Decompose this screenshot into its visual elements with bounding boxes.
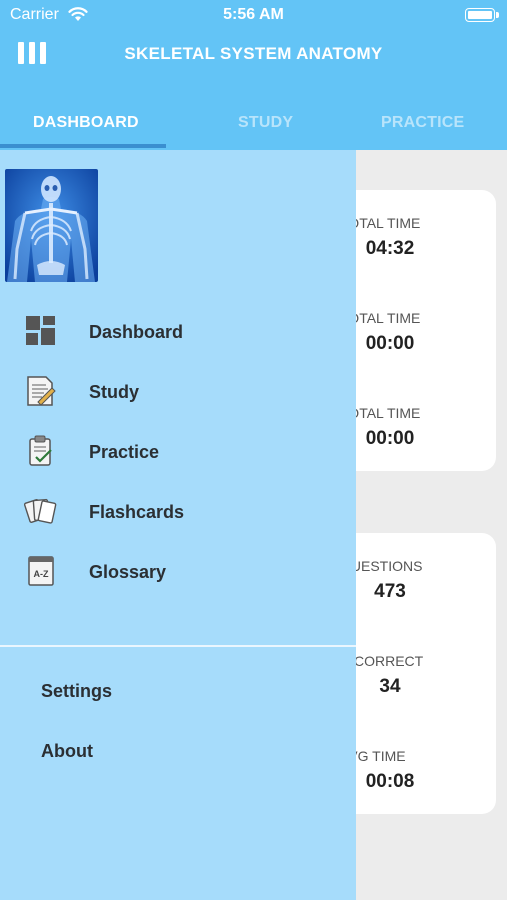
drawer-item-label: Settings (41, 681, 113, 701)
dashboard-icon (26, 316, 55, 345)
drawer-item-flashcards[interactable]: Flashcards (0, 486, 356, 538)
study-icon (27, 376, 56, 406)
stat-value: 00:00 (365, 333, 415, 354)
drawer-item-label: Glossary (89, 562, 167, 582)
stat-value: 04:32 (365, 238, 415, 259)
page-title: SKELETAL SYSTEM ANATOMY (124, 44, 383, 63)
skeleton-image (5, 169, 98, 282)
practice-icon (29, 435, 52, 466)
drawer-divider (0, 645, 356, 647)
tab-bar: DASHBOARD STUDY PRACTICE (0, 104, 507, 150)
battery-tip (496, 12, 499, 18)
app-header: Carrier 5:56 AM SKELETAL SYSTEM ANATOMY … (0, 0, 507, 150)
tab-practice[interactable]: PRACTICE (381, 114, 464, 132)
drawer-item-label: Dashboard (89, 322, 184, 342)
stat-value: 34 (379, 676, 401, 697)
glossary-icon: A-Z (28, 556, 54, 586)
flashcards-icon (24, 498, 57, 524)
status-bar: Carrier 5:56 AM (0, 0, 507, 30)
drawer-item-settings[interactable]: Settings (0, 669, 356, 713)
drawer-item-label: Study (89, 382, 140, 402)
battery-icon (465, 8, 495, 22)
drawer-item-label: Practice (89, 442, 160, 462)
tab-dashboard[interactable]: DASHBOARD (33, 114, 139, 132)
stat-value: 00:00 (365, 428, 415, 449)
drawer-item-study[interactable]: Study (0, 366, 356, 418)
drawer-item-label: Flashcards (89, 502, 185, 522)
drawer-item-about[interactable]: About (0, 729, 356, 773)
stat-value: 00:08 (365, 771, 415, 792)
drawer-item-label: About (41, 741, 93, 761)
stat-value: 473 (374, 581, 406, 602)
svg-text:A-Z: A-Z (34, 569, 49, 579)
tab-study[interactable]: STUDY (238, 114, 293, 132)
tab-indicator (0, 144, 166, 148)
drawer-item-dashboard[interactable]: Dashboard (0, 306, 356, 358)
drawer-item-glossary[interactable]: A-Z Glossary (0, 546, 356, 598)
drawer-item-practice[interactable]: Practice (0, 426, 356, 478)
status-time: 5:56 AM (223, 6, 284, 23)
side-drawer: Dashboard Study Practice Flashcards A-Z … (0, 150, 356, 900)
